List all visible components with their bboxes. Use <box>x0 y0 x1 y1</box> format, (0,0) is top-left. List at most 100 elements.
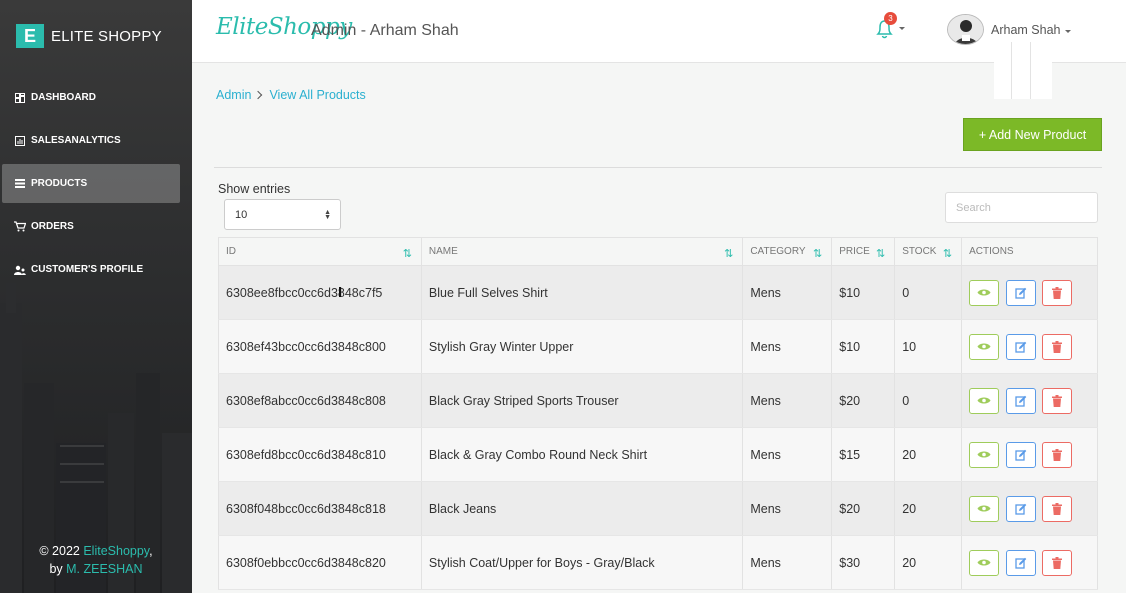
sidebar-nav: DASHBOARD SALESANALYTICS PRODUCTS ORDERS… <box>0 78 192 293</box>
eye-icon <box>977 559 991 566</box>
cell-actions <box>961 319 1098 374</box>
add-new-product-button[interactable]: + Add New Product <box>963 118 1102 151</box>
notification-badge: 3 <box>884 12 897 25</box>
footer-by: by <box>49 562 67 576</box>
top-header: EliteShoppy Admin - Arham Shah 3 Arham S… <box>192 0 1126 63</box>
cell-id: 6308f0ebbcc0cc6d3848c820 <box>218 535 422 590</box>
column-header-category[interactable]: CATEGORY ⇅ <box>742 237 833 266</box>
brand[interactable]: E ELITE SHOPPY <box>16 24 162 48</box>
user-name[interactable]: Arham Shah <box>991 23 1060 37</box>
sidebar-item-customers-profile[interactable]: CUSTOMER'S PROFILE <box>2 250 180 289</box>
sidebar-item-dashboard[interactable]: DASHBOARD <box>2 78 180 117</box>
eye-icon <box>977 505 991 512</box>
edit-button[interactable] <box>1005 495 1036 522</box>
view-button[interactable] <box>969 549 1000 576</box>
delete-button[interactable] <box>1042 495 1073 522</box>
cell-category: Mens <box>742 265 833 320</box>
cell-name: Stylish Gray Winter Upper <box>420 319 744 374</box>
users-icon <box>14 264 26 276</box>
cart-icon <box>14 221 26 233</box>
show-entries-label: Show entries <box>218 182 291 196</box>
trash-icon <box>1052 286 1063 299</box>
edit-button[interactable] <box>1005 441 1036 468</box>
cell-name: Black Jeans <box>420 481 744 536</box>
sidebar-item-salesanalytics[interactable]: SALESANALYTICS <box>2 121 180 160</box>
sidebar-item-label: PRODUCTS <box>31 178 88 189</box>
column-header-id[interactable]: ID ⇅ <box>218 237 422 266</box>
eye-icon <box>977 289 991 296</box>
edit-button[interactable] <box>1005 387 1036 414</box>
edit-icon <box>1014 449 1026 461</box>
table-row[interactable]: 6308efd8bcc0cc6d3848c810 Black & Gray Co… <box>218 427 1098 482</box>
delete-button[interactable] <box>1042 279 1073 306</box>
cell-stock: 10 <box>894 319 963 374</box>
delete-button[interactable] <box>1042 387 1073 414</box>
chevron-down-icon[interactable] <box>899 27 905 30</box>
text-cursor-icon: I <box>338 284 343 301</box>
list-icon <box>14 178 26 190</box>
breadcrumb-admin[interactable]: Admin <box>216 88 251 102</box>
cell-stock: 0 <box>894 265 963 320</box>
breadcrumb-current[interactable]: View All Products <box>269 88 365 102</box>
footer-comma: , <box>149 544 153 558</box>
breadcrumb: Admin View All Products <box>216 88 366 102</box>
view-button[interactable] <box>969 333 1000 360</box>
sidebar-item-orders[interactable]: ORDERS <box>2 207 180 246</box>
cell-name: Stylish Coat/Upper for Boys - Gray/Black <box>420 535 744 590</box>
entries-select[interactable]: 10 ▲ ▼ <box>224 199 341 230</box>
cell-category: Mens <box>742 373 833 428</box>
cell-actions <box>961 481 1098 536</box>
column-header-price[interactable]: PRICE ⇅ <box>831 237 896 266</box>
cell-price: $30 <box>831 535 896 590</box>
table-header-row: ID ⇅ NAME ⇅ CATEGORY ⇅ PRICE ⇅ STOCK ⇅ ACTION… <box>218 237 1098 266</box>
search-placeholder: Search <box>956 201 991 214</box>
cell-actions <box>961 535 1098 590</box>
view-button[interactable] <box>969 279 1000 306</box>
edit-icon <box>1014 395 1026 407</box>
column-header-name[interactable]: NAME ⇅ <box>420 237 744 266</box>
view-button[interactable] <box>969 387 1000 414</box>
table-row[interactable]: 6308f0ebbcc0cc6d3848c820 Stylish Coat/Up… <box>218 535 1098 590</box>
chevron-down-icon[interactable] <box>1065 30 1071 33</box>
sort-icon[interactable]: ⇅ <box>943 247 952 260</box>
trash-icon <box>1052 448 1063 461</box>
sidebar-item-label: DASHBOARD <box>31 92 96 103</box>
edit-icon <box>1014 503 1026 515</box>
table-row[interactable]: 6308ef43bcc0cc6d3848c800 Stylish Gray Wi… <box>218 319 1098 374</box>
products-table: ID ⇅ NAME ⇅ CATEGORY ⇅ PRICE ⇅ STOCK ⇅ ACTION… <box>218 237 1098 590</box>
trash-icon <box>1052 502 1063 515</box>
sort-icon[interactable]: ⇅ <box>403 247 412 260</box>
cell-id: 6308ee8fbcc0cc6d3848c7f5 <box>218 265 422 320</box>
column-header-stock[interactable]: STOCK ⇅ <box>894 237 963 266</box>
table-row[interactable]: 6308ef8abcc0cc6d3848c808 Black Gray Stri… <box>218 373 1098 428</box>
edit-button[interactable] <box>1005 333 1036 360</box>
table-row[interactable]: 6308ee8fbcc0cc6d3848c7f5 Blue Full Selve… <box>218 265 1098 320</box>
avatar[interactable] <box>947 14 984 45</box>
footer-author-link[interactable]: M. ZEESHAN <box>66 562 142 576</box>
cell-name: Blue Full Selves Shirt <box>420 265 744 320</box>
delete-button[interactable] <box>1042 549 1073 576</box>
delete-button[interactable] <box>1042 441 1073 468</box>
edit-icon <box>1014 341 1026 353</box>
chevron-right-icon <box>254 90 263 100</box>
edit-button[interactable] <box>1005 549 1036 576</box>
table-row[interactable]: 6308f048bcc0cc6d3848c818 Black Jeans Men… <box>218 481 1098 536</box>
sort-icon[interactable]: ⇅ <box>876 247 885 260</box>
sort-icon[interactable]: ⇅ <box>813 247 822 260</box>
eye-icon <box>977 451 991 458</box>
footer-brand-link[interactable]: EliteShoppy <box>83 544 149 558</box>
divider <box>214 167 1102 168</box>
cell-price: $20 <box>831 373 896 428</box>
sidebar-item-products[interactable]: PRODUCTS <box>2 164 180 203</box>
view-button[interactable] <box>969 441 1000 468</box>
view-button[interactable] <box>969 495 1000 522</box>
cell-price: $20 <box>831 481 896 536</box>
sort-icon[interactable]: ⇅ <box>724 247 733 260</box>
cell-name: Black & Gray Combo Round Neck Shirt <box>420 427 744 482</box>
search-input[interactable]: Search <box>945 192 1098 223</box>
select-arrows-icon: ▲ ▼ <box>324 209 331 221</box>
cell-stock: 20 <box>894 481 963 536</box>
delete-button[interactable] <box>1042 333 1073 360</box>
cell-category: Mens <box>742 535 833 590</box>
edit-button[interactable] <box>1005 279 1036 306</box>
